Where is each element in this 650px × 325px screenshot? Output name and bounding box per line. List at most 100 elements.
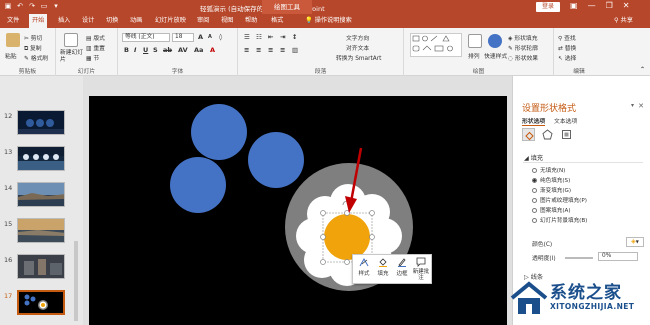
tab-view[interactable]: 视图: [218, 14, 236, 28]
undo-icon[interactable]: ↶: [16, 2, 24, 11]
effects-pentagon-icon[interactable]: [541, 128, 554, 141]
close-icon[interactable]: ✕: [638, 102, 644, 110]
section-button[interactable]: ▦ 节: [86, 53, 99, 62]
collapse-ribbon-icon[interactable]: ⌃: [640, 66, 645, 73]
increase-font-icon[interactable]: A: [198, 33, 203, 41]
radio-button[interactable]: [532, 187, 537, 193]
select-button[interactable]: ↖ 选择: [558, 53, 576, 62]
bullets-icon[interactable]: ☰: [244, 33, 250, 41]
outline-button[interactable]: 边框: [393, 257, 411, 277]
char-spacing-icon[interactable]: AV: [178, 46, 188, 54]
shape-effects-button[interactable]: ◌ 形状效果: [508, 53, 538, 62]
columns-icon[interactable]: ▥: [292, 46, 298, 54]
align-right-icon[interactable]: ≡: [268, 46, 273, 54]
style-button[interactable]: 样式: [355, 257, 373, 277]
tab-help[interactable]: 帮助: [242, 14, 260, 28]
font-name-select[interactable]: 等线 (正文): [122, 33, 170, 42]
new-slide-button[interactable]: 新建幻灯片: [60, 50, 84, 64]
tab-transitions[interactable]: 切换: [103, 14, 121, 28]
quick-styles-button[interactable]: 快速样式: [484, 51, 507, 60]
shapes-gallery[interactable]: [410, 33, 462, 57]
shape-outline-button[interactable]: ✎ 形状轮廓: [508, 43, 538, 52]
align-center-icon[interactable]: ≡: [256, 46, 261, 54]
strikethrough-icon[interactable]: ab: [163, 46, 172, 54]
smartart-button[interactable]: 转换为 SmartArt: [336, 53, 381, 62]
slide-thumbnail[interactable]: [17, 146, 65, 171]
tab-review[interactable]: 审阅: [194, 14, 212, 28]
blue-circle-shape[interactable]: [170, 157, 226, 213]
login-button[interactable]: 登录: [536, 2, 560, 12]
minimize-button[interactable]: —: [588, 1, 596, 10]
pane-options-icon[interactable]: ▾: [631, 102, 634, 109]
fill-option[interactable]: 图案填充(A): [532, 206, 571, 214]
customize-qat-icon[interactable]: ▾: [52, 2, 60, 11]
copy-button[interactable]: ⧉ 复制: [24, 43, 42, 53]
tab-home[interactable]: 开始: [29, 14, 48, 28]
tab-text-options[interactable]: 文本选项: [554, 119, 577, 125]
radio-button-selected[interactable]: [532, 177, 537, 183]
quick-styles-icon[interactable]: [488, 34, 502, 48]
font-color-icon[interactable]: A: [210, 46, 215, 54]
align-left-icon[interactable]: ≡: [244, 46, 249, 54]
tab-slideshow[interactable]: 幻灯片放映: [152, 14, 189, 28]
text-direction-button[interactable]: 文字方向: [346, 33, 369, 42]
transparency-slider[interactable]: [565, 257, 593, 259]
tell-me-search[interactable]: 💡 操作说明搜索: [305, 14, 352, 28]
decrease-indent-icon[interactable]: ⇤: [268, 33, 273, 41]
size-properties-icon[interactable]: [560, 128, 573, 141]
redo-icon[interactable]: ↷: [28, 2, 36, 11]
fill-option[interactable]: 渐变填充(G): [532, 186, 571, 194]
numbering-icon[interactable]: ☷: [256, 33, 262, 41]
increase-indent-icon[interactable]: ⇥: [280, 33, 285, 41]
transparency-input[interactable]: 0%: [598, 252, 638, 261]
bold-icon[interactable]: B: [124, 46, 129, 54]
shape-fill-button[interactable]: ◈ 形状填充: [508, 33, 538, 42]
align-text-button[interactable]: 对齐文本: [346, 43, 369, 52]
layout-button[interactable]: ▤ 版式: [86, 33, 105, 42]
slide-thumbnail[interactable]: [17, 254, 65, 279]
fill-option[interactable]: 图片或纹理填充(P): [532, 196, 587, 204]
paste-icon[interactable]: [6, 33, 20, 47]
slide-thumbnail[interactable]: [17, 110, 65, 135]
tab-file[interactable]: 文件: [4, 14, 22, 28]
new-slide-icon[interactable]: [64, 33, 78, 47]
blue-circle-shape[interactable]: [191, 104, 247, 160]
radio-button[interactable]: [532, 197, 537, 203]
share-button[interactable]: ⚲ 共享: [614, 14, 633, 28]
blue-circle-shape[interactable]: [248, 132, 304, 188]
tab-shape-options[interactable]: 形状选项: [522, 119, 546, 126]
change-case-icon[interactable]: Aa: [194, 46, 203, 54]
thumbnails-scrollbar[interactable]: [74, 241, 78, 321]
save-icon[interactable]: ▣: [4, 2, 12, 11]
find-button[interactable]: ⚲ 查找: [558, 33, 576, 42]
fill-button[interactable]: 填充: [374, 257, 392, 277]
cut-button[interactable]: ✂ 剪切: [24, 33, 42, 42]
shadow-icon[interactable]: S: [153, 46, 158, 54]
new-comment-button[interactable]: 新建批注: [412, 257, 430, 281]
paste-button[interactable]: 粘贴: [5, 51, 17, 60]
close-button[interactable]: ✕: [623, 1, 630, 10]
tab-insert[interactable]: 插入: [55, 14, 73, 28]
radio-button[interactable]: [532, 217, 537, 223]
italic-icon[interactable]: I: [134, 46, 136, 54]
underline-icon[interactable]: U: [143, 46, 148, 54]
fill-option[interactable]: 幻灯片背景填充(B): [532, 216, 587, 224]
radio-button[interactable]: [532, 207, 537, 213]
fill-color-picker[interactable]: ◈▼: [626, 237, 644, 247]
line-spacing-icon[interactable]: ↕: [292, 33, 297, 41]
fill-option[interactable]: 无填充(N): [532, 166, 565, 174]
ribbon-display-icon[interactable]: ▣: [570, 1, 578, 10]
slide-thumbnail[interactable]: [17, 218, 65, 243]
tab-animations[interactable]: 动画: [127, 14, 145, 28]
reset-button[interactable]: ▥ 重置: [86, 43, 105, 52]
restore-button[interactable]: ❐: [606, 1, 613, 10]
arrange-icon[interactable]: [468, 34, 482, 48]
justify-icon[interactable]: ≡: [280, 46, 285, 54]
tab-format[interactable]: 格式: [268, 14, 286, 28]
replace-button[interactable]: ⇄ 替换: [558, 43, 576, 52]
fill-option[interactable]: 纯色填充(S): [532, 176, 570, 184]
fill-line-icon[interactable]: [522, 128, 535, 141]
clear-format-icon[interactable]: ◊: [219, 33, 222, 41]
format-painter-button[interactable]: ✎ 格式刷: [24, 53, 48, 62]
slide-thumbnail-active[interactable]: [17, 290, 65, 315]
